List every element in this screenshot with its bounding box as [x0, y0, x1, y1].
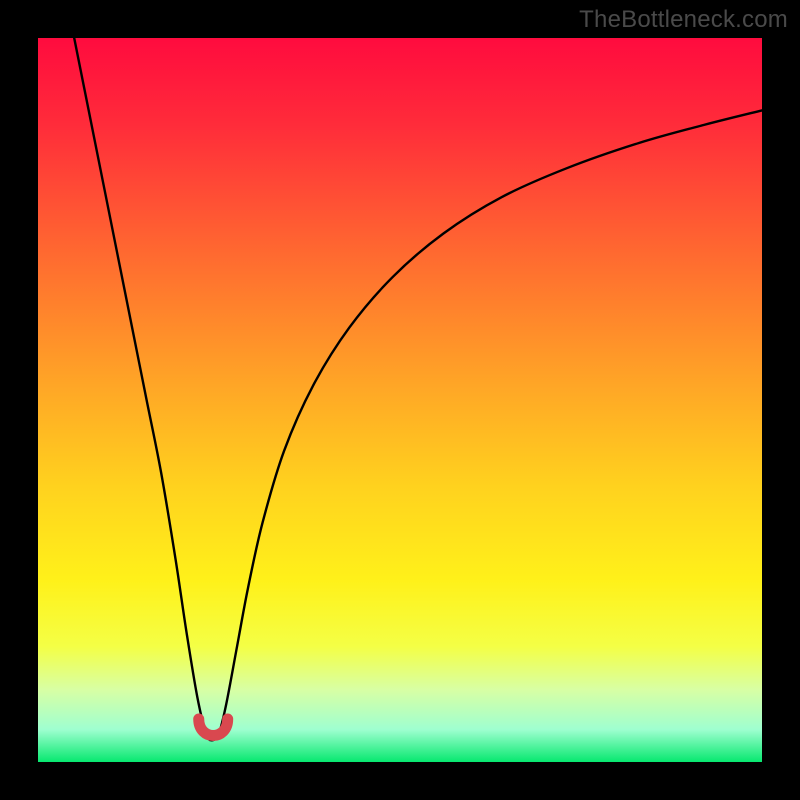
chart-frame: TheBottleneck.com [0, 0, 800, 800]
watermark-text: TheBottleneck.com [579, 6, 788, 34]
bottleneck-chart [0, 0, 800, 800]
